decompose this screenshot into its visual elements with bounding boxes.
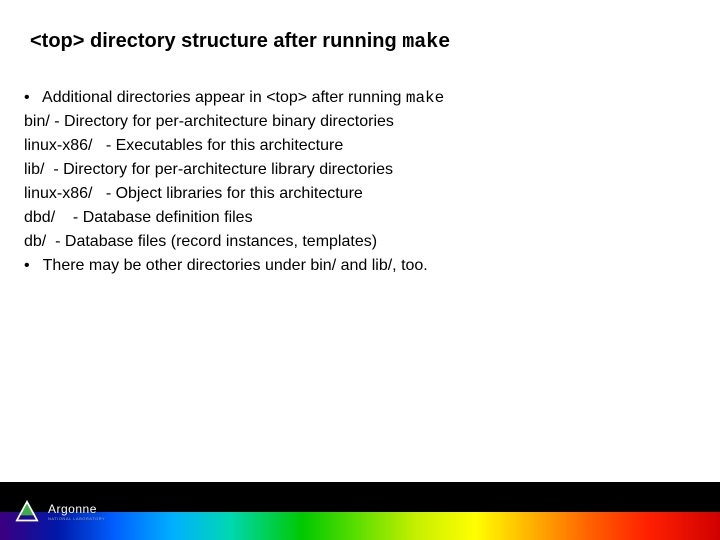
logo-name: Argonne [48,503,105,515]
slide-body: • Additional directories appear in <top>… [24,86,690,278]
bullet-1-mono: make [406,89,444,107]
body-line: db/ - Database files (record instances, … [24,230,690,254]
title-text: <top> directory structure after running [30,30,402,52]
body-line: dbd/ - Database definition files [24,206,690,230]
body-line: bin/ - Directory for per-architecture bi… [24,110,690,134]
argonne-logo: Argonne NATIONAL LABORATORY [10,488,130,536]
bullet-line: • There may be other directories under b… [24,254,690,278]
slide-title: <top> directory structure after running … [30,28,690,56]
title-mono: make [402,31,450,54]
body-line: lib/ - Directory for per-architecture li… [24,158,690,182]
body-line: linux-x86/ - Object libraries for this a… [24,182,690,206]
bullet-1-text: • Additional directories appear in <top>… [24,89,406,106]
slide: <top> directory structure after running … [0,0,720,540]
argonne-logo-text: Argonne NATIONAL LABORATORY [48,503,105,521]
body-line: linux-x86/ - Executables for this archit… [24,134,690,158]
argonne-logo-icon [10,495,44,529]
logo-subtitle: NATIONAL LABORATORY [48,517,105,521]
bullet-line: • Additional directories appear in <top>… [24,86,690,110]
footer: Argonne NATIONAL LABORATORY [0,482,720,540]
